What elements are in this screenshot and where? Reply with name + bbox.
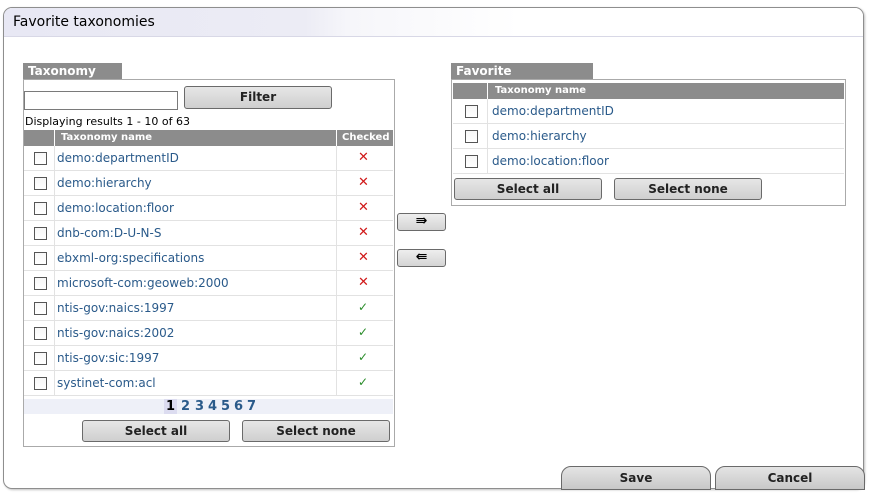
taxonomy-select-none-button[interactable]: Select none <box>242 420 390 442</box>
taxonomy-link[interactable]: demo:departmentID <box>57 151 179 165</box>
favorites-select-none-button[interactable]: Select none <box>614 178 762 200</box>
favorites-table-header: Taxonomy name <box>453 83 844 99</box>
table-row: demo:location:floor ✕ <box>24 196 393 221</box>
cross-icon: ✕ <box>358 150 369 165</box>
check-icon: ✓ <box>358 325 369 339</box>
favorites-select-all-button[interactable]: Select all <box>454 178 602 200</box>
taxonomy-link[interactable]: ntis-gov:naics:1997 <box>57 301 174 315</box>
taxonomy-link[interactable]: demo:location:floor <box>57 201 174 215</box>
table-row: systinet-com:acl ✓ <box>24 371 393 396</box>
row-checkbox[interactable] <box>34 302 47 315</box>
cross-icon: ✕ <box>358 225 369 240</box>
taxonomy-select-all-button[interactable]: Select all <box>82 420 230 442</box>
taxonomy-link[interactable]: microsoft-com:geoweb:2000 <box>57 276 229 290</box>
row-checkbox[interactable] <box>34 152 47 165</box>
cross-icon: ✕ <box>358 200 369 215</box>
taxonomy-table-header: Taxonomy name Checked <box>24 130 393 146</box>
save-button[interactable]: Save <box>561 466 711 490</box>
page-4[interactable]: 4 <box>208 399 217 414</box>
taxonomy-link[interactable]: ntis-gov:sic:1997 <box>57 351 159 365</box>
check-icon: ✓ <box>358 375 369 389</box>
table-row: ntis-gov:naics:2002 ✓ <box>24 321 393 346</box>
cross-icon: ✕ <box>358 175 369 190</box>
table-row: demo:departmentID ✕ <box>24 146 393 171</box>
row-checkbox[interactable] <box>34 327 47 340</box>
page-1[interactable]: 1 <box>164 399 178 414</box>
add-to-favorites-button[interactable]: ⇛ <box>397 213 446 231</box>
cross-icon: ✕ <box>358 250 369 265</box>
row-checkbox[interactable] <box>34 277 47 290</box>
check-icon: ✓ <box>358 350 369 364</box>
table-row: dnb-com:D-U-N-S ✕ <box>24 221 393 246</box>
cancel-button[interactable]: Cancel <box>715 466 865 490</box>
page-7[interactable]: 7 <box>247 399 256 414</box>
taxonomy-link[interactable]: ebxml-org:specifications <box>57 251 204 265</box>
table-row: demo:departmentID <box>453 99 844 124</box>
row-checkbox[interactable] <box>34 352 47 365</box>
favorite-row-checkbox[interactable] <box>465 130 478 143</box>
results-count: Displaying results 1 - 10 of 63 <box>25 115 190 128</box>
remove-from-favorites-button[interactable]: ⇚ <box>397 249 446 267</box>
favorite-taxonomy-link[interactable]: demo:departmentID <box>492 104 614 118</box>
taxonomy-link[interactable]: dnb-com:D-U-N-S <box>57 226 161 240</box>
table-row: demo:hierarchy ✕ <box>24 171 393 196</box>
table-row: microsoft-com:geoweb:2000 ✕ <box>24 271 393 296</box>
column-taxonomy-name: Taxonomy name <box>61 132 153 143</box>
favorite-row-checkbox[interactable] <box>465 155 478 168</box>
page-3[interactable]: 3 <box>195 399 204 414</box>
dialog-title: Favorite taxonomies <box>13 14 155 30</box>
table-row: demo:location:floor <box>453 149 844 174</box>
taxonomy-link[interactable]: demo:hierarchy <box>57 176 152 190</box>
check-icon: ✓ <box>358 300 369 314</box>
table-row: ntis-gov:sic:1997 ✓ <box>24 346 393 371</box>
row-checkbox[interactable] <box>34 177 47 190</box>
dialog-title-bar: Favorite taxonomies <box>4 8 863 37</box>
page-6[interactable]: 6 <box>234 399 243 414</box>
table-row: ebxml-org:specifications ✕ <box>24 246 393 271</box>
page-5[interactable]: 5 <box>221 399 230 414</box>
favorites-column-taxonomy-name: Taxonomy name <box>495 85 587 96</box>
taxonomy-table: Taxonomy name Checked demo:departmentID ✕… <box>24 130 393 397</box>
favorites-table: Taxonomy name demo:departmentID demo:hier… <box>453 83 844 175</box>
arrow-right-icon: ⇛ <box>415 213 428 229</box>
pagination: 1 2 3 4 5 6 7 <box>24 399 393 414</box>
favorite-taxonomy-link[interactable]: demo:hierarchy <box>492 129 587 143</box>
column-checked: Checked <box>342 132 390 143</box>
row-checkbox[interactable] <box>34 377 47 390</box>
favorite-row-checkbox[interactable] <box>465 105 478 118</box>
cross-icon: ✕ <box>358 275 369 290</box>
arrow-left-icon: ⇚ <box>415 249 428 265</box>
taxonomy-link[interactable]: ntis-gov:naics:2002 <box>57 326 174 340</box>
favorites-label: Favorite taxonomies <box>451 63 593 94</box>
table-row: demo:hierarchy <box>453 124 844 149</box>
filter-button[interactable]: Filter <box>184 86 332 109</box>
page-2[interactable]: 2 <box>181 399 190 414</box>
table-row: ntis-gov:naics:1997 ✓ <box>24 296 393 321</box>
taxonomy-link[interactable]: systinet-com:acl <box>57 376 156 390</box>
filter-input[interactable] <box>24 91 178 110</box>
row-checkbox[interactable] <box>34 227 47 240</box>
row-checkbox[interactable] <box>34 252 47 265</box>
row-checkbox[interactable] <box>34 202 47 215</box>
taxonomy-list-label: Taxonomy list <box>23 63 122 94</box>
favorite-taxonomy-link[interactable]: demo:location:floor <box>492 154 609 168</box>
